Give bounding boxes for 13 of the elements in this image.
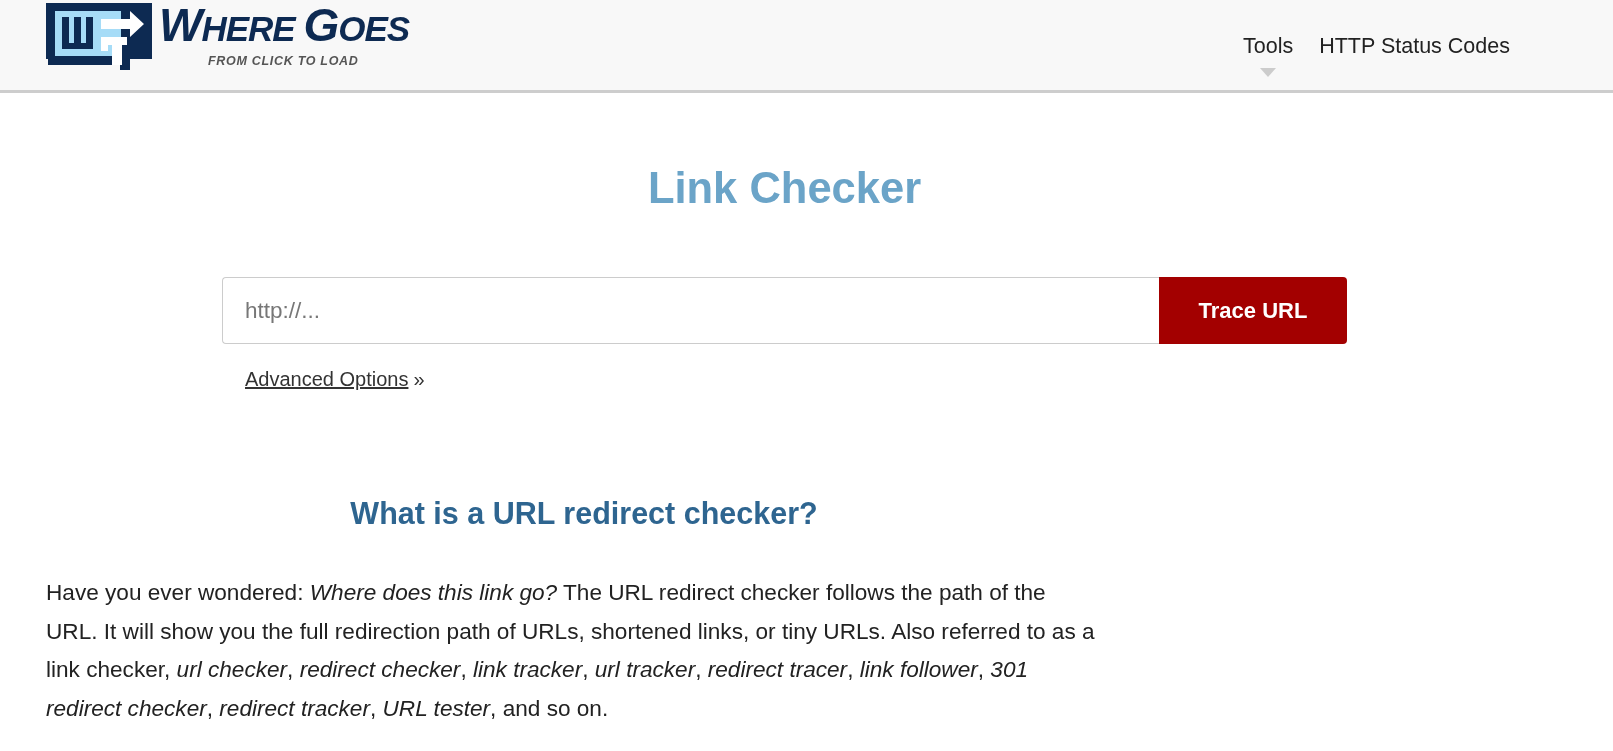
url-input[interactable]: http://... (222, 277, 1159, 344)
section-heading: What is a URL redirect checker? (349, 495, 819, 532)
logo-wordmark: WHERE GOES (159, 3, 410, 51)
nav-link[interactable]: HTTP Status Codes (1319, 34, 1510, 59)
nav-link[interactable]: Tools (1243, 34, 1294, 59)
double-arrow: » (413, 367, 425, 391)
logo-icon[interactable] (46, 3, 152, 70)
logo-tagline: FROM CLICK TO LOAD (208, 54, 360, 68)
page-title: Link Checker (646, 163, 923, 213)
advanced-options-link[interactable]: Advanced Options (245, 367, 409, 391)
caret-icon (1260, 68, 1277, 77)
trace-url-button[interactable]: Trace URL (1159, 277, 1347, 344)
description-paragraph: Have you ever wondered: Where does this link go? The URL redirect checker follows the path of the URL. It will show you the full redirection path of URLs, shortened links, or tiny URLs. Also referred to as a link checker, url checker, redirect checker, link tracker, url tracker, redirect tracer, link follower, 301 redirect checker, redirect tracker, URL tester, and so on. (46, 579, 1096, 723)
